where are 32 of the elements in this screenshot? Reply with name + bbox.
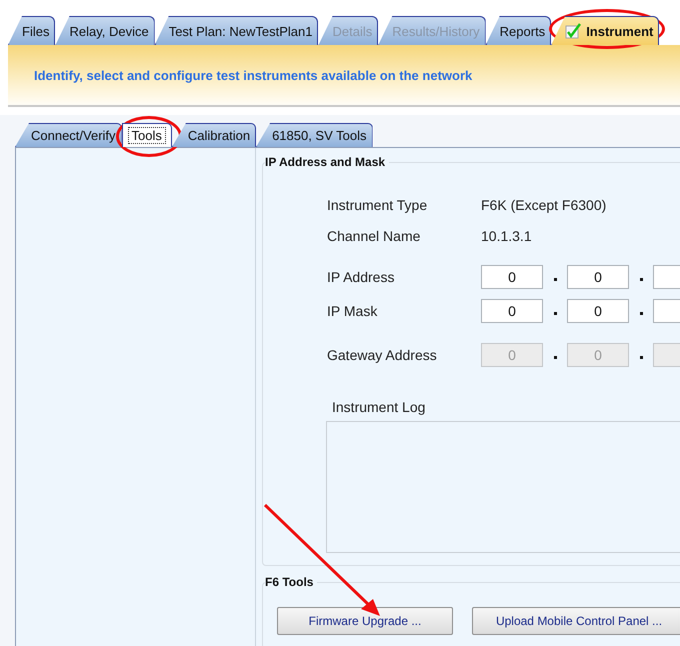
upload-button[interactable]: Upload Mobile Control Panel ... [472, 607, 680, 635]
field-value: 10.1.3.1 [481, 228, 532, 244]
tab[interactable]: Tools [122, 123, 172, 147]
log-label: Instrument Log [332, 399, 426, 415]
field-label: Gateway Address [327, 347, 437, 363]
ip-octet-field[interactable]: 0 [481, 265, 543, 289]
field-label: Channel Name [327, 228, 420, 244]
tab[interactable]: Connect/Verify [15, 123, 122, 147]
tab[interactable]: Reports [486, 16, 552, 45]
tab[interactable]: 61850, SV Tools [256, 123, 373, 147]
field-label: IP Mask [327, 303, 378, 319]
tab[interactable]: Files [8, 16, 56, 45]
dot-separator [554, 312, 557, 314]
dot-separator [640, 278, 643, 280]
ip-octet-field[interactable]: 0 [567, 299, 629, 323]
dot-separator [640, 312, 643, 314]
dot-separator [554, 356, 557, 358]
dot-separator [640, 356, 643, 358]
field-label: IP Address [327, 269, 394, 285]
tab[interactable]: Relay, Device [55, 16, 155, 45]
group-title: F6 Tools [265, 575, 318, 589]
dot-separator [554, 278, 557, 280]
tab[interactable]: Calibration [172, 123, 256, 147]
tab[interactable]: Instrument [551, 16, 660, 45]
upgrade-button[interactable]: Firmware Upgrade ... [277, 607, 453, 635]
banner-text: Identify, select and configure test instruments available on the network [33, 68, 472, 82]
field-value: F6K (Except F6300) [481, 196, 606, 212]
tab[interactable]: Test Plan: NewTestPlan1 [154, 16, 318, 45]
field-label: Instrument Type [327, 196, 428, 212]
ip-octet-field[interactable]: 0 [481, 299, 543, 323]
ip-octet-field[interactable]: 0 [567, 265, 629, 289]
group-title: IP Address and Mask [265, 155, 390, 169]
